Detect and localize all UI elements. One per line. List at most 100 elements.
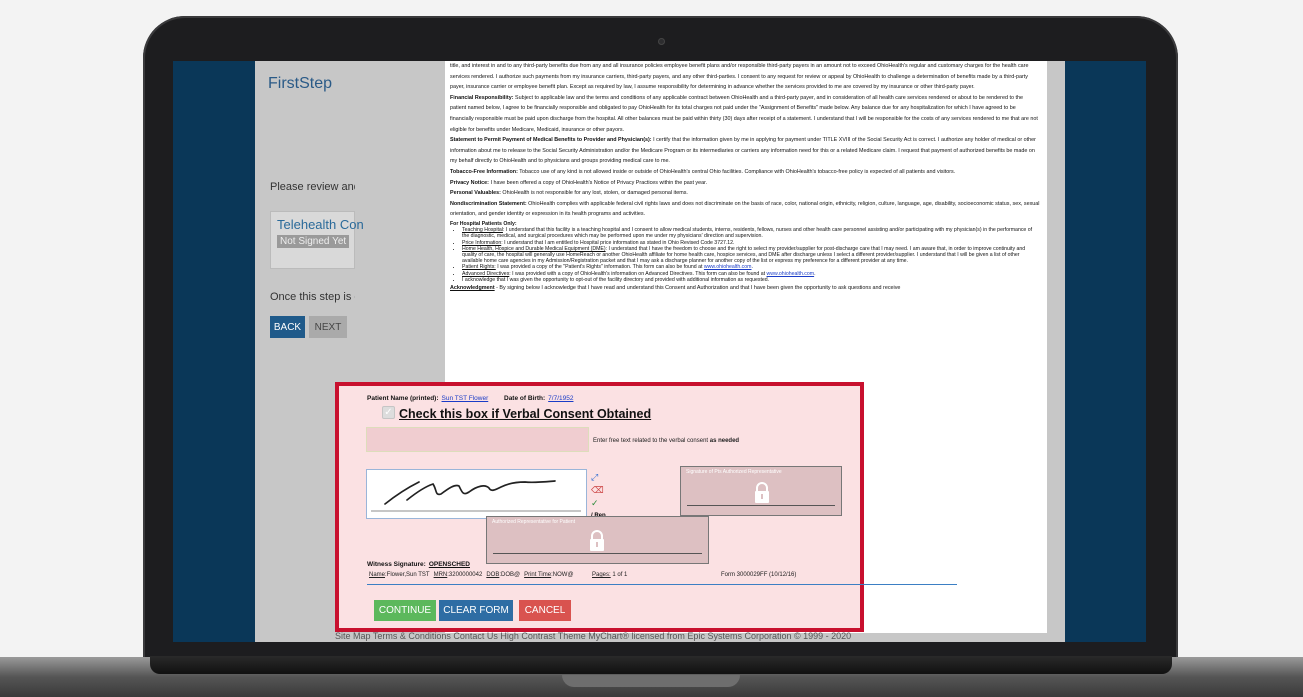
verbal-consent-checkbox[interactable]: ✓ xyxy=(382,406,395,419)
witness-label: Witness Signature: xyxy=(367,561,426,568)
authorized-rep-signature-label: Signature of Pts Authorized Representati… xyxy=(686,469,782,475)
advanced-directives-label: Advanced Directives xyxy=(462,270,510,277)
expand-icon[interactable]: ⤢ xyxy=(591,471,603,484)
list-item: I acknowledge that I was given the oppor… xyxy=(462,277,1040,283)
list-item-text: : I was provided with a copy of OhioHeal… xyxy=(509,270,767,277)
tobacco-text: Tobacco use of any kind is not allowed i… xyxy=(517,168,956,175)
financial-heading: Financial Responsibility: xyxy=(450,94,514,101)
patient-name-row: Patient Name (printed): Sun TST Flower xyxy=(367,395,488,402)
dob-label: Date of Birth: xyxy=(504,395,546,402)
step-instruction: Once this step is co xyxy=(270,291,355,303)
ohiohealth-link[interactable]: www.ohiohealth.com xyxy=(704,264,752,270)
eraser-icon[interactable]: ⌫ xyxy=(591,484,604,497)
privacy-text: I have been offered a copy of OhioHealth… xyxy=(488,179,708,186)
signature-line xyxy=(687,505,835,506)
meta-name: :Flower,Sun TST xyxy=(385,572,430,578)
meta-mrn-label: MRN xyxy=(433,572,448,578)
nondiscrimination-heading: Nondiscrimination Statement: xyxy=(450,200,527,207)
meta-print: :NOW@ xyxy=(551,572,574,578)
list-item-text: : I understand that this facility is a t… xyxy=(462,227,1033,240)
witness-value: OPENSCHED xyxy=(428,561,470,568)
meta-dob: :DOB@ xyxy=(499,572,521,578)
price-information-label: Price Information xyxy=(462,239,502,246)
witness-row: Witness Signature: OPENSCHED xyxy=(367,561,470,568)
financial-paragraph: Financial Responsibility: Subject to app… xyxy=(450,93,1040,135)
home-health-label: Home Health, Hospice and Durable Medical… xyxy=(462,245,606,252)
lock-icon xyxy=(755,482,769,503)
list-item: Teaching Hospital: I understand that thi… xyxy=(462,227,1040,239)
tobacco-heading: Tobacco-Free Information: xyxy=(450,168,518,175)
camera-icon xyxy=(658,38,665,45)
acknowledgment-text: - By signing below I acknowledge that I … xyxy=(494,284,901,291)
meta-name-label: Name xyxy=(369,572,386,578)
authorized-rep-signature-field: Signature of Pts Authorized Representati… xyxy=(680,466,842,516)
dob-row: Date of Birth: 7/7/1952 xyxy=(504,395,573,402)
hospital-section: For Hospital Patients Only: Teaching Hos… xyxy=(450,221,1040,283)
document-body: title, and interest in and to any third-… xyxy=(450,61,1040,292)
review-instruction: Please review and a xyxy=(270,181,355,193)
laptop-hinge xyxy=(150,656,1172,674)
verbal-consent-label: Check this box if Verbal Consent Obtaine… xyxy=(399,407,652,421)
patient-name-value: Sun TST Flower xyxy=(441,395,489,402)
meta-dob-label: DOB xyxy=(486,572,500,578)
document-card-title: Telehealth Con xyxy=(277,217,364,232)
patient-rights-label: Patient Rights: xyxy=(462,264,496,271)
valuables-text: OhioHealth is not responsible for any lo… xyxy=(500,190,688,197)
free-text-label-bold: as needed xyxy=(709,438,740,444)
back-button[interactable]: BACK xyxy=(270,316,305,338)
teaching-hospital-label: Teaching Hospital xyxy=(462,227,503,234)
patient-name-label: Patient Name (printed): xyxy=(367,395,439,402)
signing-panel: Patient Name (printed): Sun TST Flower Da… xyxy=(335,382,957,632)
ohiohealth-link[interactable]: www.ohiohealth.com xyxy=(767,271,815,277)
checkmark-icon[interactable]: ✓ xyxy=(591,497,603,510)
meta-mrn: :3200000042 xyxy=(447,572,483,578)
meta-print-label: Print Time xyxy=(524,572,552,578)
privacy-heading: Privacy Notice: xyxy=(450,179,489,186)
clear-form-button[interactable]: CLEAR FORM xyxy=(439,600,513,621)
page-count: Pages: 1 of 1 xyxy=(592,572,627,578)
free-text-label-main: Enter free text related to the verbal co… xyxy=(593,438,710,444)
panel-divider xyxy=(367,584,957,585)
patient-signature-pad[interactable] xyxy=(366,469,587,519)
next-button[interactable]: NEXT xyxy=(309,316,347,338)
statement-paragraph: Statement to Permit Payment of Medical B… xyxy=(450,135,1040,167)
statement-heading: Statement to Permit Payment of Medical B… xyxy=(450,137,652,144)
signature-line xyxy=(493,553,702,554)
document-card[interactable]: Telehealth Con Not Signed Yet xyxy=(270,211,364,269)
acknowledgment-paragraph: Acknowledgment - By signing below I ackn… xyxy=(450,284,1040,292)
continue-button[interactable]: CONTINUE xyxy=(374,600,436,621)
authorized-rep-label: Authorized Representative for Patient xyxy=(492,519,576,525)
assignment-paragraph: title, and interest in and to any third-… xyxy=(450,63,1029,91)
list-item-text: I acknowledge that I was given the oppor… xyxy=(462,276,770,283)
acknowledgment-heading: Acknowledgment xyxy=(450,284,495,291)
signature-tools: ⤢ ⌫ ✓ xyxy=(591,471,604,510)
hospital-heading: For Hospital Patients Only: xyxy=(450,220,517,227)
valuables-heading: Personal Valuables: xyxy=(450,190,501,197)
site-footer: Site Map Terms & Conditions Contact Us H… xyxy=(335,631,852,641)
laptop-notch xyxy=(562,675,740,687)
list-item-text: : I understand that I am entitled to Hos… xyxy=(501,239,735,246)
tobacco-paragraph: Tobacco-Free Information: Tobacco use of… xyxy=(450,167,1040,178)
financial-text: Subject to applicable law and the terms … xyxy=(450,94,1038,133)
dob-value: 7/7/1952 xyxy=(548,395,574,402)
stage: FirstStep Please review and a Telehealth… xyxy=(0,0,1303,697)
brand-logo: FirstStep xyxy=(268,75,333,92)
pages-value: 1 of 1 xyxy=(610,572,628,578)
pages-label: Pages: xyxy=(592,572,611,578)
hospital-list: Teaching Hospital: I understand that thi… xyxy=(450,227,1040,283)
status-badge: Not Signed Yet xyxy=(277,235,350,248)
privacy-paragraph: Privacy Notice: I have been offered a co… xyxy=(450,178,1040,189)
list-item-text: I was provided a copy of the "Patient's … xyxy=(495,264,704,271)
form-id: Form 3000029FF (10/12/16) xyxy=(721,572,797,578)
free-text-label: Enter free text related to the verbal co… xyxy=(593,438,739,444)
list-item: Home Health, Hospice and Durable Medical… xyxy=(462,246,1040,265)
valuables-paragraph: Personal Valuables: OhioHealth is not re… xyxy=(450,188,1040,199)
lock-icon xyxy=(590,530,604,551)
nondiscrimination-paragraph: Nondiscrimination Statement: OhioHealth … xyxy=(450,199,1040,220)
signature-stroke xyxy=(371,480,581,512)
patient-meta: Name:Flower,Sun TST MRN:3200000042 DOB:DOB… xyxy=(369,572,574,578)
authorized-rep-field: Authorized Representative for Patient xyxy=(486,516,709,564)
verbal-consent-text-input[interactable] xyxy=(366,427,589,452)
nondiscrimination-text: OhioHealth complies with applicable fede… xyxy=(450,200,1040,218)
cancel-button[interactable]: CANCEL xyxy=(519,600,571,621)
